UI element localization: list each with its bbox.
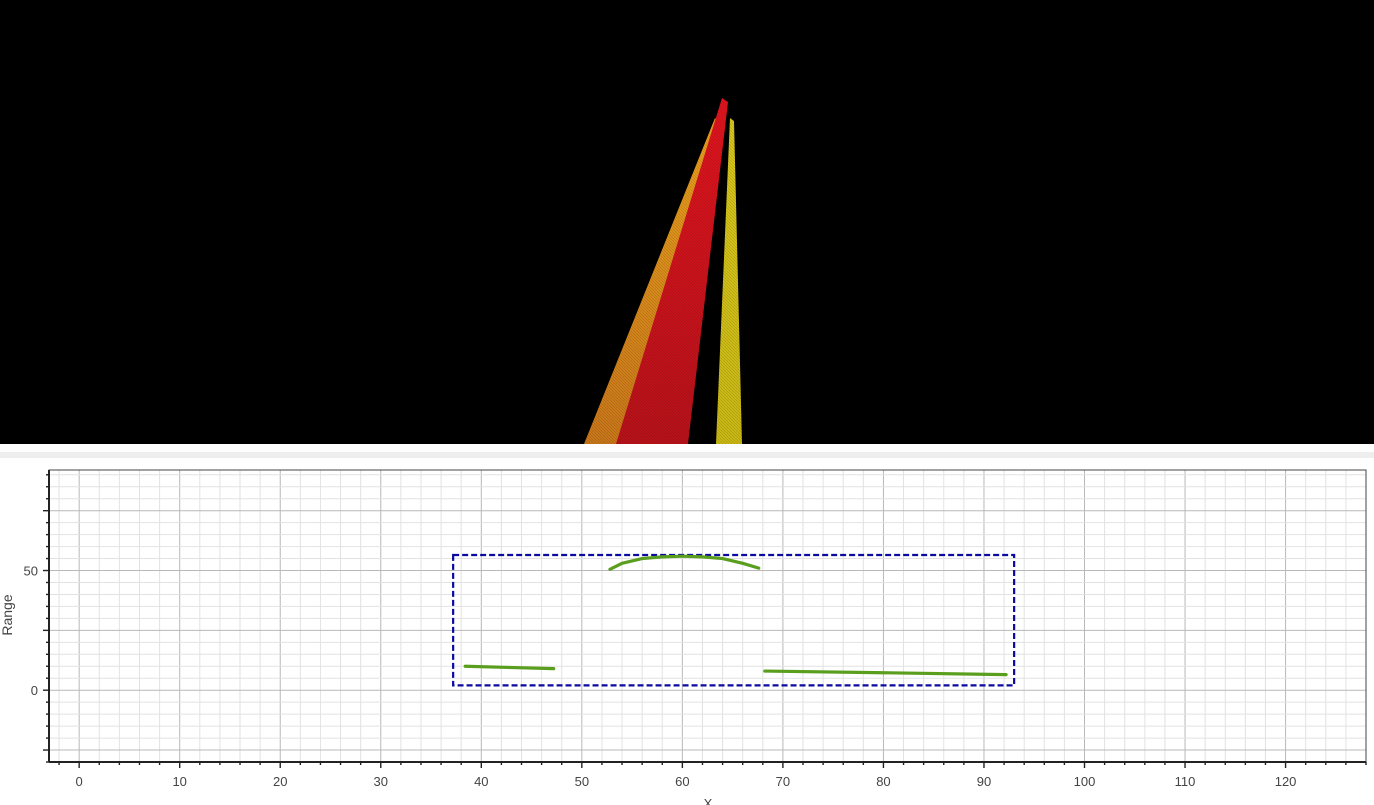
y-axis-label: Range <box>0 594 15 635</box>
x-tick-label: 80 <box>876 774 890 789</box>
x-axis-label: X <box>704 796 713 805</box>
x-tick-label: 30 <box>374 774 388 789</box>
beam-red-mesh <box>616 98 728 444</box>
series-line-3 <box>763 669 1008 677</box>
y-tick-label: 50 <box>24 564 38 579</box>
panel-splitter[interactable] <box>0 444 1374 459</box>
x-tick-label: 70 <box>776 774 790 789</box>
x-tick-label: 40 <box>474 774 488 789</box>
x-tick-label: 90 <box>977 774 991 789</box>
3d-viewport[interactable] <box>0 0 1374 444</box>
x-tick-label: 0 <box>76 774 83 789</box>
x-tick-label: 10 <box>172 774 186 789</box>
range-chart[interactable]: 0 10 20 30 40 50 60 70 80 90 100 110 120 0 50 Range X <box>0 458 1374 805</box>
x-tick-label: 120 <box>1275 774 1297 789</box>
x-tick-label: 110 <box>1175 774 1196 789</box>
x-tick-label: 50 <box>575 774 589 789</box>
x-tick-label: 100 <box>1074 774 1096 789</box>
x-tick-label: 20 <box>273 774 287 789</box>
x-tick-label: 60 <box>675 774 689 789</box>
plot-frame <box>48 469 1367 763</box>
y-tick-label: 0 <box>31 683 38 698</box>
beam-render <box>584 98 742 444</box>
